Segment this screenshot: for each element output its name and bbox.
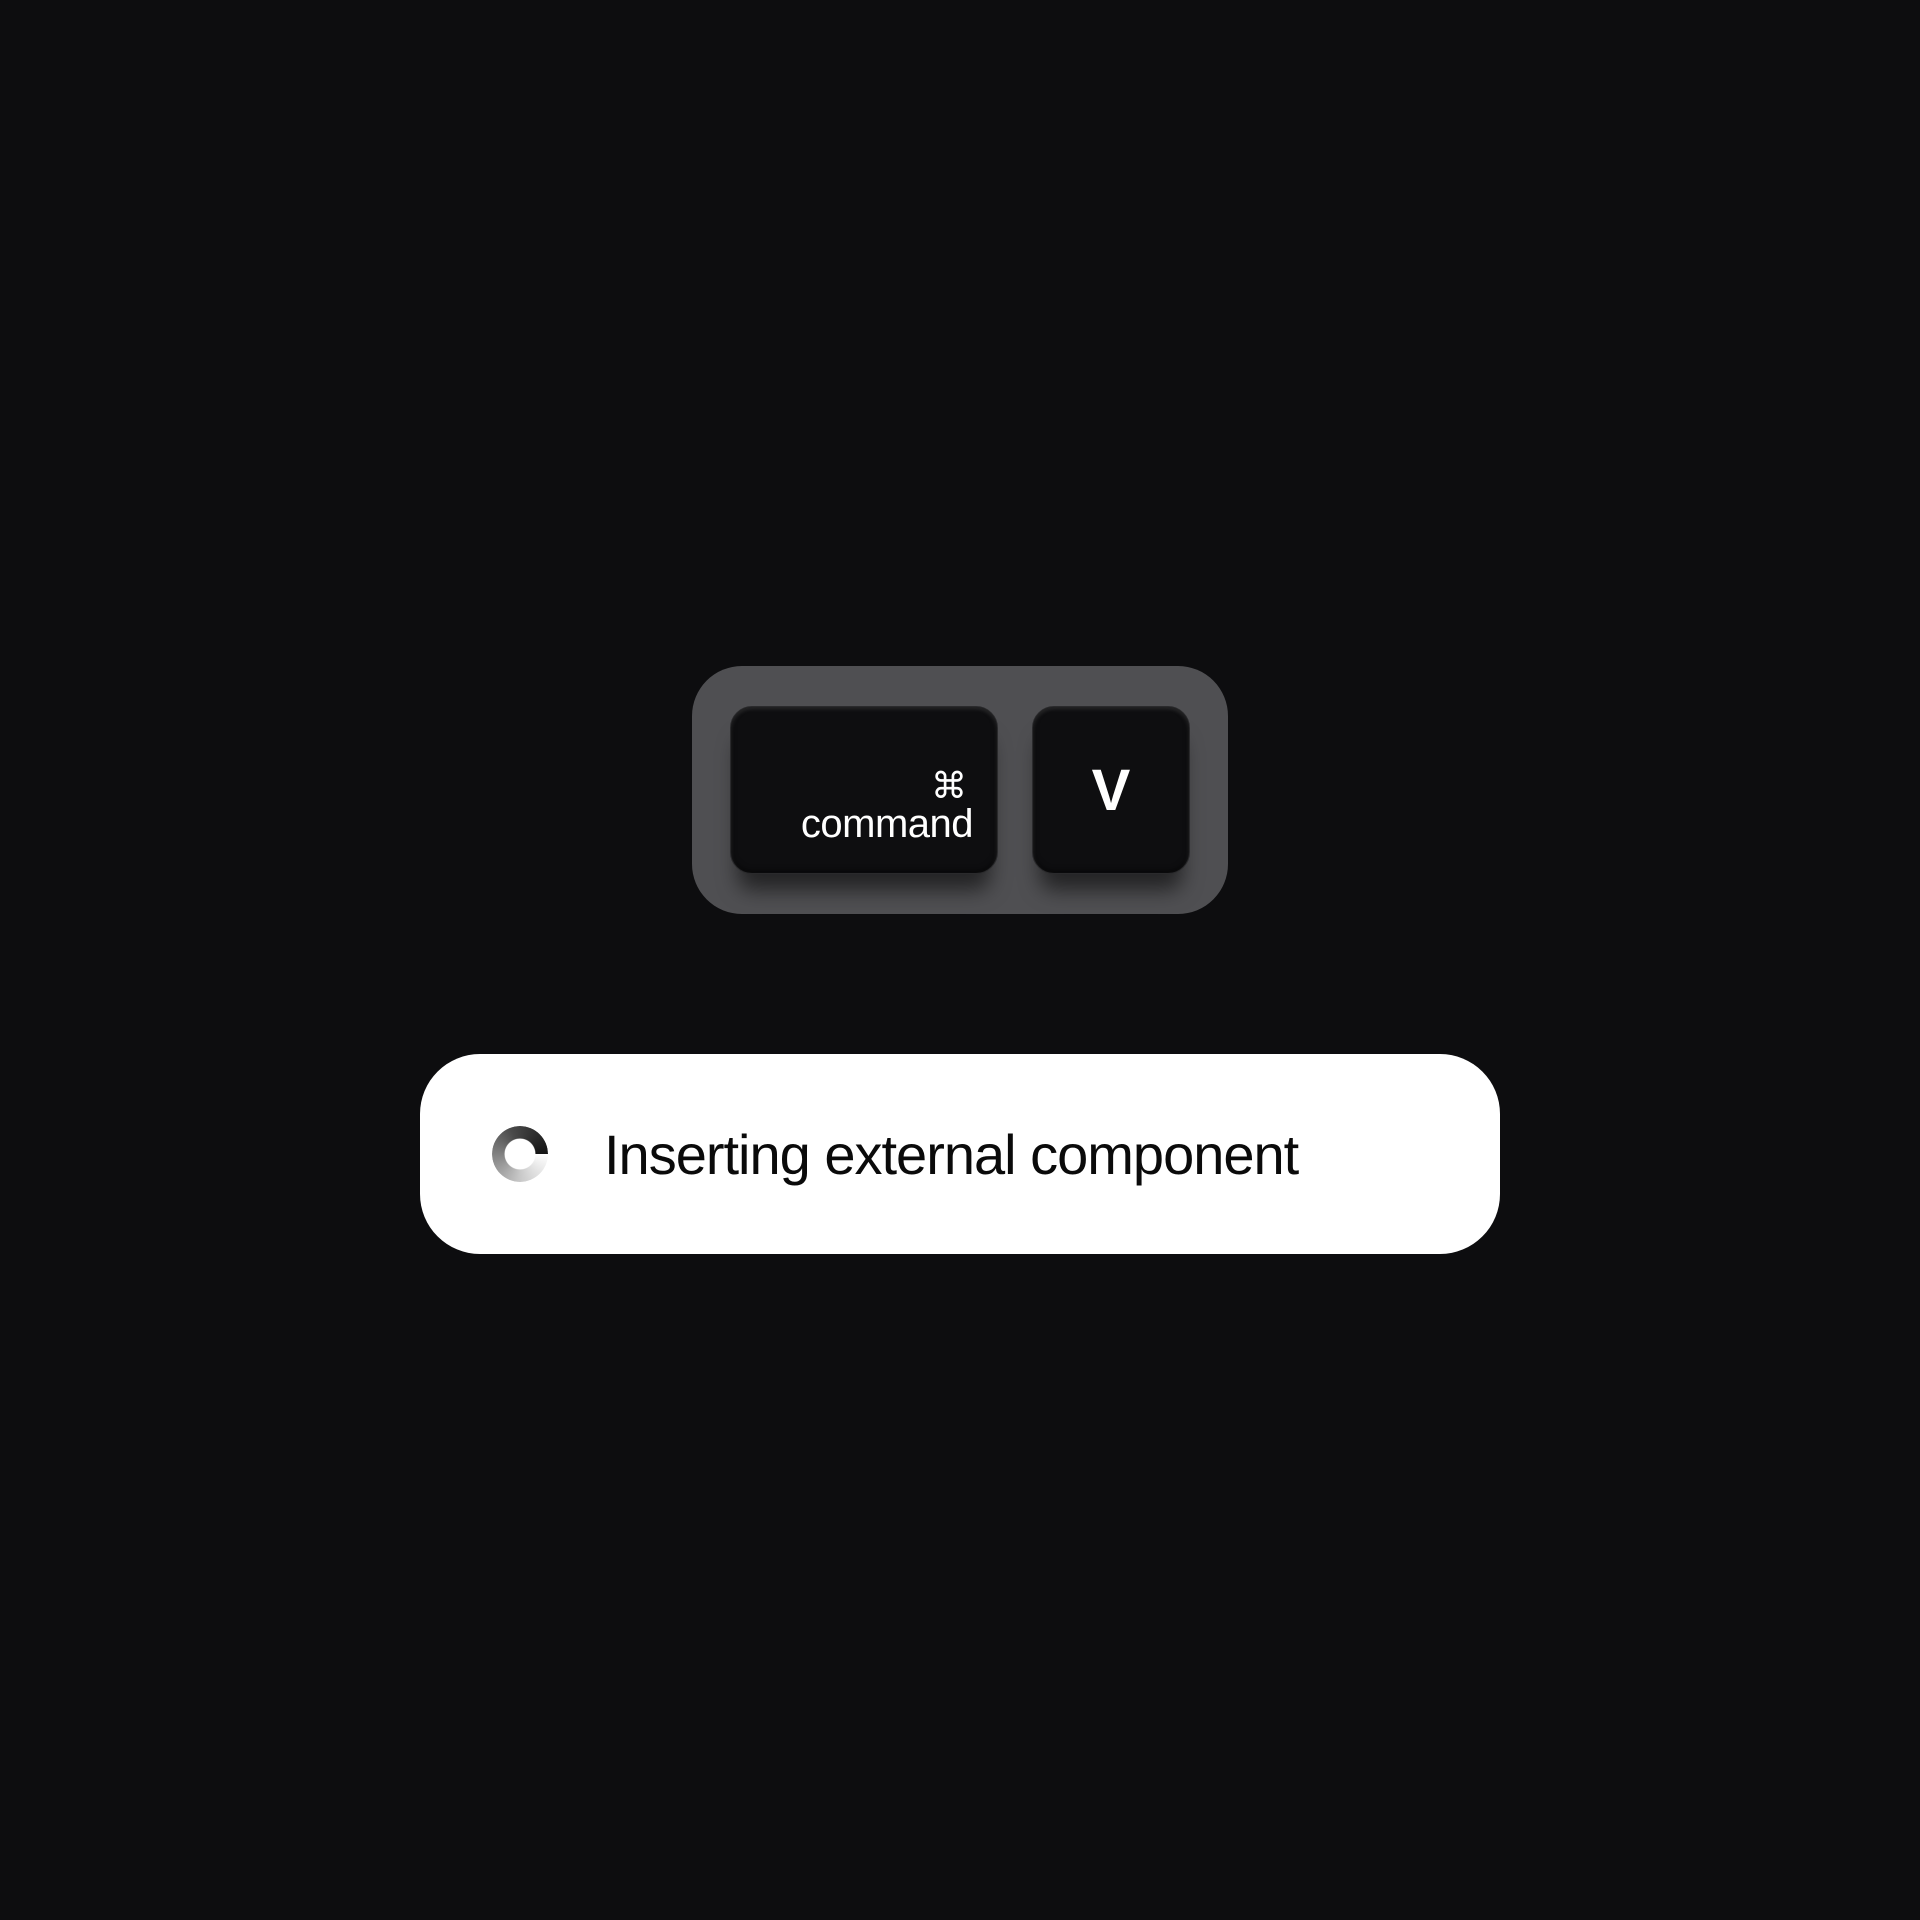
status-toast: Inserting external component (420, 1054, 1500, 1254)
v-key-label: V (1092, 757, 1131, 824)
loading-spinner-icon (492, 1126, 548, 1182)
command-key: ⌘ command (730, 706, 998, 874)
keyboard-shortcut-display: ⌘ command V (692, 666, 1228, 914)
command-key-label: command (801, 802, 973, 847)
command-icon: ⌘ (931, 768, 967, 804)
status-message: Inserting external component (604, 1122, 1298, 1187)
v-key: V (1032, 706, 1190, 874)
